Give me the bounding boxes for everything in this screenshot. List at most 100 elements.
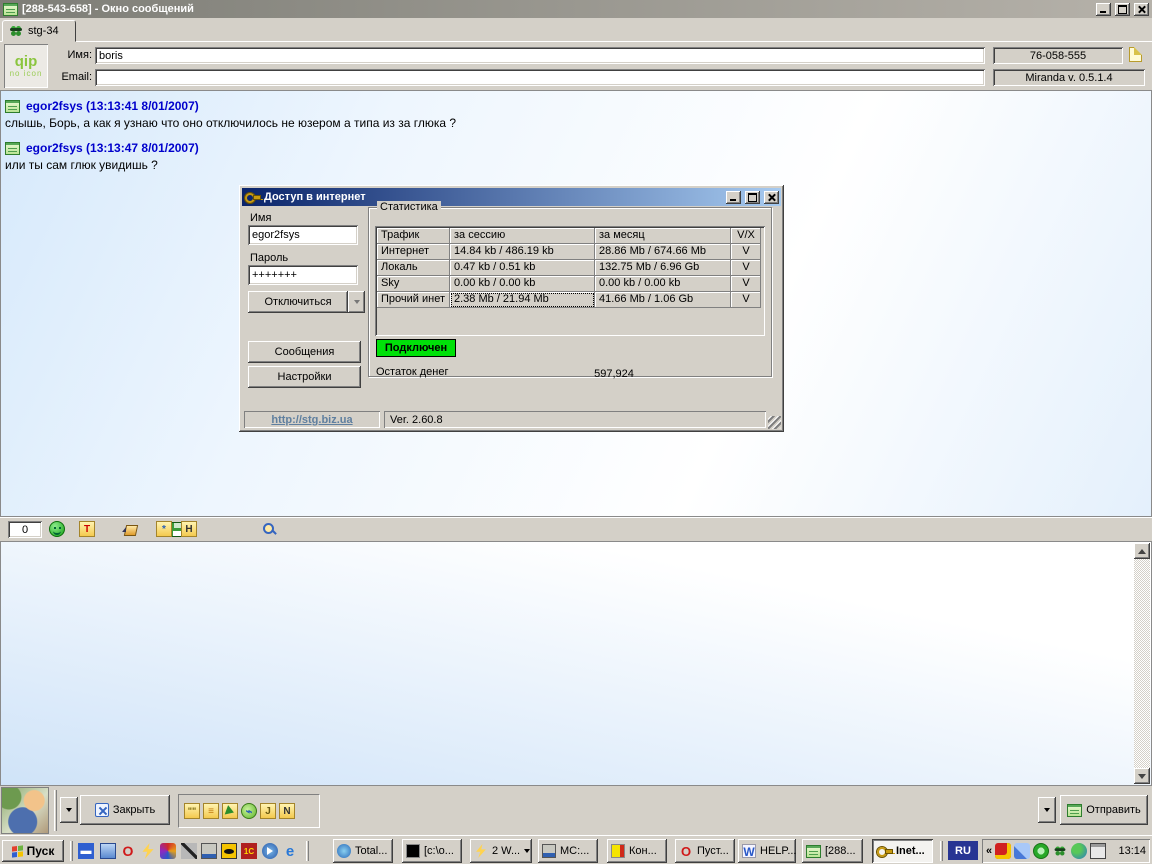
column-header[interactable]: за месяц — [595, 228, 731, 244]
scrollbar-track[interactable] — [1134, 559, 1150, 768]
quicklaunch-bat-icon[interactable] — [221, 843, 237, 859]
play-icon — [267, 847, 277, 855]
dialog-maximize-button[interactable] — [745, 191, 760, 204]
table-cell-focused[interactable]: 2.38 Mb / 21.94 Mb — [450, 292, 595, 308]
traffic-table: Трафик за сессию за месяц V/X Интернет 1… — [375, 226, 765, 336]
quicklaunch-computer-icon[interactable] — [201, 843, 217, 859]
table-cell[interactable]: 0.47 kb / 0.51 kb — [450, 260, 595, 276]
column-header[interactable]: Трафик — [377, 228, 450, 244]
scroll-down-button[interactable] — [1134, 768, 1150, 784]
table-cell[interactable]: 0.00 kb / 0.00 kb — [450, 276, 595, 292]
password-field[interactable] — [248, 265, 358, 285]
search-icon[interactable] — [261, 521, 277, 537]
table-cell[interactable]: V — [731, 276, 761, 292]
template-icon[interactable]: ≡ — [203, 803, 219, 819]
resize-grip[interactable] — [768, 416, 781, 429]
chevron-down-icon — [1044, 808, 1050, 812]
quicklaunch-palette-icon[interactable] — [160, 843, 176, 859]
tray-message-icon[interactable] — [1090, 843, 1106, 859]
disconnect-dropdown-button[interactable] — [348, 291, 365, 313]
quicklaunch-window-icon[interactable] — [100, 843, 116, 859]
column-header[interactable]: за сессию — [450, 228, 595, 244]
smiley-icon[interactable] — [49, 521, 65, 537]
quicklaunch-opera-icon[interactable]: O — [120, 843, 136, 859]
website-link[interactable]: http://stg.biz.ua — [271, 414, 352, 426]
journal-icon[interactable]: J — [260, 803, 276, 819]
tray-icq-flower-icon[interactable] — [1052, 843, 1068, 859]
language-indicator[interactable]: RU — [948, 841, 978, 860]
row-header[interactable]: Sky — [377, 276, 450, 292]
table-cell[interactable]: 28.86 Mb / 674.66 Mb — [595, 244, 731, 260]
tray-clock-icon[interactable] — [1033, 843, 1049, 859]
taskbar-button-console[interactable]: [c:\o... — [402, 839, 462, 863]
chevron-down-icon — [66, 808, 72, 812]
history-icon[interactable]: H — [181, 521, 197, 537]
taskbar-button-message-window[interactable]: [288... — [802, 839, 863, 863]
message-block: egor2fsys (13:13:47 8/01/2007) или ты са… — [5, 141, 199, 172]
table-cell[interactable]: 132.75 Mb / 6.96 Gb — [595, 260, 731, 276]
table-cell[interactable]: 14.84 kb / 486.19 kb — [450, 244, 595, 260]
tray-mail-icon[interactable] — [995, 843, 1011, 859]
tray-network-icon[interactable] — [1014, 843, 1030, 859]
send-button[interactable]: Отправить — [1060, 795, 1148, 825]
table-cell[interactable]: 41.66 Mb / 1.06 Gb — [595, 292, 731, 308]
quicklaunch-floppy-icon[interactable]: ▬ — [78, 843, 94, 859]
login-field[interactable] — [248, 225, 358, 245]
message-info-icon[interactable] — [1129, 47, 1142, 62]
chevron-down-icon — [524, 849, 530, 853]
row-header[interactable]: Прочий инет — [377, 292, 450, 308]
dialog-key-icon — [244, 190, 260, 204]
font-icon[interactable]: T — [79, 521, 95, 537]
taskbar-button-opera[interactable]: O Пуст... — [675, 839, 735, 863]
tray-globe-icon[interactable] — [1071, 843, 1087, 859]
disconnect-button[interactable]: Отключиться — [248, 291, 348, 313]
taskbar-button-mc[interactable]: MC:... — [538, 839, 598, 863]
table-cell[interactable]: V — [731, 244, 761, 260]
quicklaunch-1c-icon[interactable]: 1C — [241, 843, 257, 859]
tray-collapse-button[interactable]: « — [986, 845, 992, 857]
contact-email-field[interactable] — [95, 69, 985, 86]
taskbar-button-inet-access[interactable]: Inet... — [872, 839, 933, 863]
taskbar-button-total-commander[interactable]: Total... — [333, 839, 393, 863]
quote-icon[interactable]: "" — [184, 803, 200, 819]
settings-button[interactable]: Настройки — [248, 366, 361, 388]
taskbar-button-group-2w[interactable]: 2 W... — [470, 839, 532, 863]
scroll-up-button[interactable] — [1134, 543, 1150, 559]
quicklaunch-telescope-icon[interactable] — [181, 843, 197, 859]
row-header[interactable]: Интернет — [377, 244, 450, 260]
messages-button[interactable]: Сообщения — [248, 341, 361, 363]
snowflake-icon[interactable]: * — [156, 521, 172, 537]
taskbar-button-help[interactable]: W HELP... — [738, 839, 796, 863]
close-options-dropdown[interactable] — [60, 797, 78, 823]
taskbar-button-console2[interactable]: Кон... — [607, 839, 667, 863]
table-cell[interactable]: 0.00 kb / 0.00 kb — [595, 276, 731, 292]
quicklaunch-ie-icon[interactable]: e — [282, 843, 298, 859]
compose-scrollbar[interactable] — [1134, 543, 1150, 784]
task-button-label: 2 W... — [492, 845, 520, 857]
close-button-main[interactable]: Закрыть — [80, 795, 170, 825]
task-button-label: Пуст... — [697, 845, 729, 857]
row-header[interactable]: Локаль — [377, 260, 450, 276]
minimize-button[interactable] — [1096, 3, 1111, 16]
contact-name-field[interactable] — [95, 47, 985, 64]
close-button[interactable] — [1134, 3, 1149, 16]
restore-button[interactable] — [1115, 3, 1130, 16]
taskbar-clock[interactable]: 13:14 — [1118, 845, 1146, 857]
dialog-close-button[interactable] — [764, 191, 779, 204]
message-input-area[interactable] — [0, 541, 1152, 786]
table-cell[interactable]: V — [731, 260, 761, 276]
dialog-minimize-button[interactable] — [726, 191, 741, 204]
window-select-icon[interactable] — [222, 803, 238, 819]
table-cell[interactable]: V — [731, 292, 761, 308]
avatar: qip no icon — [4, 44, 48, 88]
unread-counter-value: 0 — [22, 524, 28, 536]
tab-stg-34[interactable]: stg-34 — [2, 20, 76, 42]
send-options-dropdown[interactable] — [1038, 797, 1056, 823]
notes-icon[interactable]: N — [279, 803, 295, 819]
quicklaunch-lightning-icon[interactable] — [140, 843, 156, 859]
settings-wrench-icon[interactable]: ⌁ — [241, 803, 257, 819]
start-button[interactable]: Пуск — [2, 840, 64, 862]
column-header[interactable]: V/X — [731, 228, 761, 244]
fill-color-icon[interactable] — [122, 521, 138, 537]
quicklaunch-media-player-icon[interactable] — [262, 843, 278, 859]
